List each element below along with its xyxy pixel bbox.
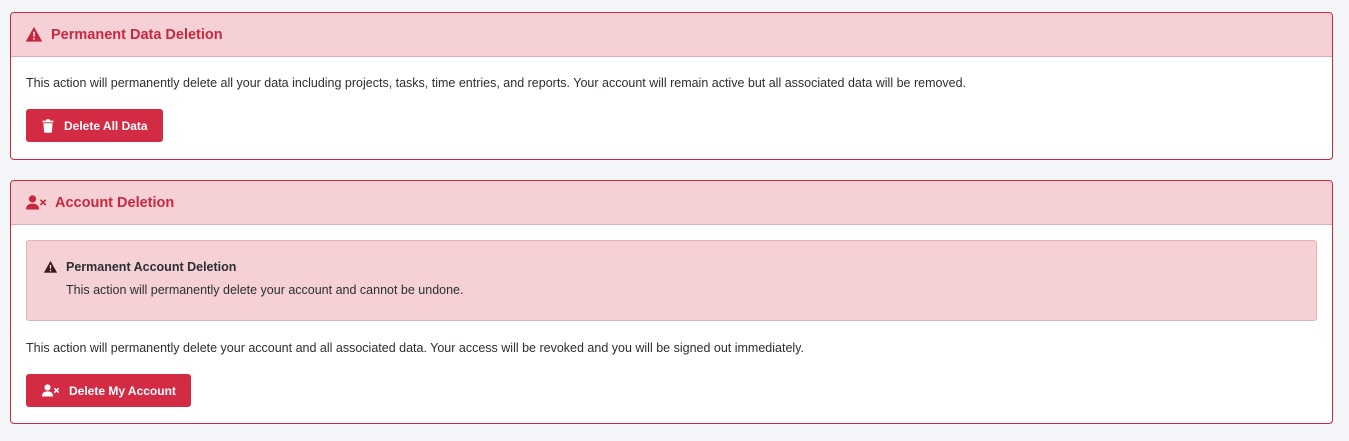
data-deletion-description: This action will permanently delete all … [26,76,967,90]
account-deletion-header: Account Deletion [11,181,1332,225]
alert-title: Permanent Account Deletion [66,260,237,274]
account-deletion-title: Account Deletion [55,194,175,211]
account-deletion-alert: Permanent Account Deletion This action w… [26,240,1317,321]
delete-my-account-label: Delete My Account [69,383,176,398]
user-xmark-icon [26,195,46,210]
data-deletion-title: Permanent Data Deletion [51,26,223,43]
delete-my-account-button[interactable]: Delete My Account [26,374,191,407]
warning-triangle-icon [26,27,42,42]
data-deletion-card: Permanent Data Deletion This action will… [10,12,1333,160]
delete-all-data-label: Delete All Data [64,118,148,133]
alert-text: This action will permanently delete your… [66,283,464,297]
warning-triangle-icon [44,261,57,273]
account-deletion-card: Account Deletion Permanent Account Delet… [10,180,1333,424]
user-xmark-icon [42,384,59,397]
account-deletion-description: This action will permanently delete your… [26,341,804,355]
trash-icon [42,118,54,133]
data-deletion-header: Permanent Data Deletion [11,13,1332,57]
delete-all-data-button[interactable]: Delete All Data [26,109,163,142]
